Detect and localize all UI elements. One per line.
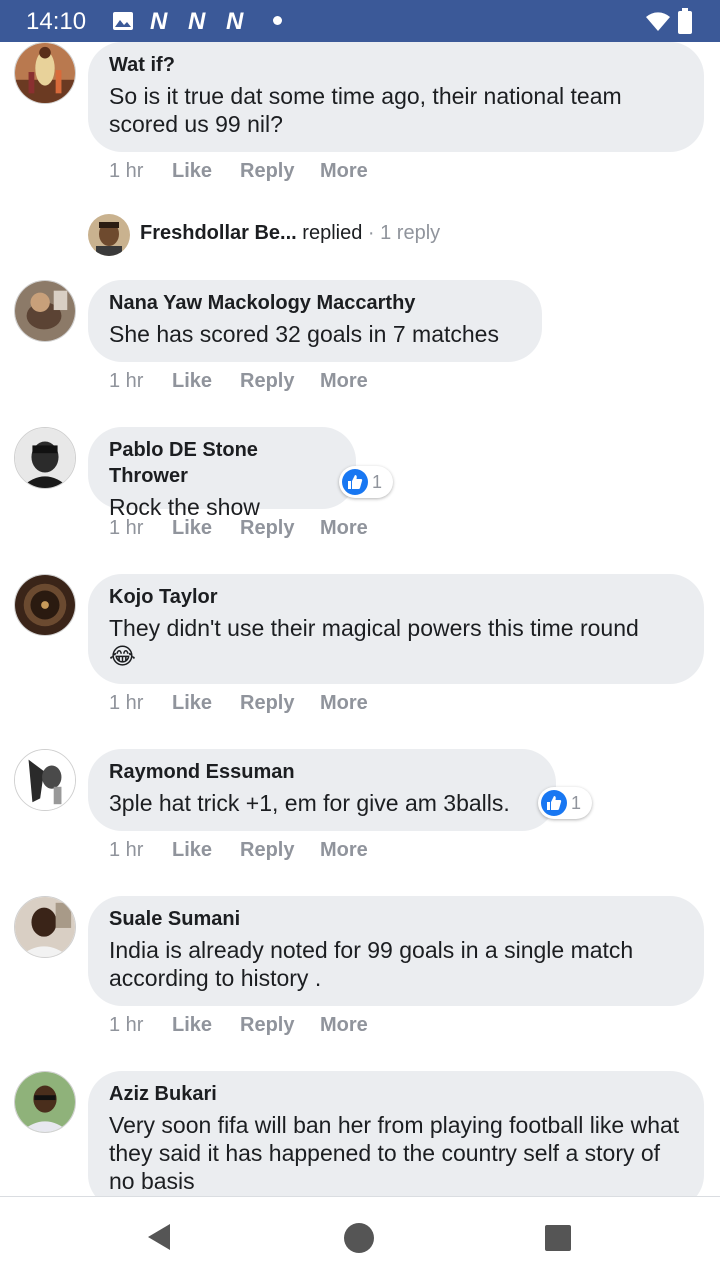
reaction-count: 1 bbox=[372, 471, 383, 492]
comment-text: Very soon fifa will ban her from playing… bbox=[109, 1112, 680, 1194]
comment-text: She has scored 32 goals in 7 matches bbox=[109, 321, 499, 347]
reply-button[interactable]: Reply bbox=[240, 158, 294, 184]
replied-label: replied bbox=[302, 222, 363, 244]
like-button[interactable]: Like bbox=[172, 515, 212, 541]
wifi-icon bbox=[646, 12, 670, 31]
comment-bubble[interactable]: Pablo DE Stone Thrower Rock the show bbox=[88, 427, 356, 520]
comment-text: They didn't use their magical powers thi… bbox=[109, 614, 684, 670]
reply-button[interactable]: Reply bbox=[240, 515, 294, 541]
battery-icon bbox=[678, 8, 692, 34]
status-time: 14:10 bbox=[26, 8, 87, 35]
comment-text: India is already noted for 99 goals in a… bbox=[109, 937, 634, 991]
like-button[interactable]: Like bbox=[172, 690, 212, 716]
comments-list: Wat if? So is it true dat some time ago,… bbox=[0, 42, 720, 1196]
comment-text-body: They didn't use their magical powers thi… bbox=[109, 615, 639, 641]
avatar[interactable] bbox=[14, 896, 76, 958]
comment-author[interactable]: Kojo Taylor bbox=[109, 584, 684, 610]
more-button[interactable]: More bbox=[320, 837, 368, 863]
reply-button[interactable]: Reply bbox=[240, 690, 294, 716]
avatar[interactable] bbox=[14, 749, 76, 811]
more-button[interactable]: More bbox=[320, 690, 368, 716]
comment-time: 1 hr bbox=[109, 839, 144, 861]
reaction-count: 1 bbox=[571, 792, 582, 813]
avatar bbox=[88, 214, 130, 256]
app-notification-icon: N bbox=[188, 8, 206, 35]
avatar[interactable] bbox=[14, 427, 76, 489]
comment-bubble[interactable]: Aziz Bukari Very soon fifa will ban her … bbox=[88, 1071, 704, 1196]
comment-time: 1 hr bbox=[109, 517, 144, 539]
comment-bubble[interactable]: Suale Sumani India is already noted for … bbox=[88, 896, 704, 1006]
avatar[interactable] bbox=[14, 280, 76, 342]
thumbs-up-icon bbox=[342, 469, 368, 495]
comment-bubble[interactable]: Nana Yaw Mackology Maccarthy She has sco… bbox=[88, 280, 542, 362]
comment-bubble[interactable]: Wat if? So is it true dat some time ago,… bbox=[88, 42, 704, 152]
more-button[interactable]: More bbox=[320, 368, 368, 394]
avatar[interactable] bbox=[14, 1071, 76, 1133]
avatar[interactable] bbox=[14, 42, 76, 104]
comment-text: 3ple hat trick +1, em for give am 3balls… bbox=[109, 790, 510, 816]
like-button[interactable]: Like bbox=[172, 837, 212, 863]
separator: · bbox=[367, 222, 375, 244]
reply-button[interactable]: Reply bbox=[240, 1012, 294, 1038]
comment-bubble[interactable]: Kojo Taylor They didn't use their magica… bbox=[88, 574, 704, 684]
reply-button[interactable]: Reply bbox=[240, 837, 294, 863]
comment-author[interactable]: Suale Sumani bbox=[109, 906, 684, 932]
like-button[interactable]: Like bbox=[172, 158, 212, 184]
home-icon[interactable] bbox=[343, 1222, 375, 1254]
status-bar: 14:10 N N N bbox=[0, 0, 720, 42]
avatar[interactable] bbox=[14, 574, 76, 636]
comment-author[interactable]: Nana Yaw Mackology Maccarthy bbox=[109, 290, 522, 316]
app-notification-icon: N bbox=[150, 8, 168, 35]
comment-text: So is it true dat some time ago, their n… bbox=[109, 83, 622, 137]
reply-count[interactable]: 1 reply bbox=[380, 222, 440, 244]
comment-time: 1 hr bbox=[109, 370, 144, 392]
app-notification-icon: N bbox=[226, 8, 244, 35]
gallery-icon bbox=[113, 12, 133, 30]
comment-bubble[interactable]: Raymond Essuman 3ple hat trick +1, em fo… bbox=[88, 749, 556, 831]
thumbs-up-icon bbox=[541, 790, 567, 816]
comment-author[interactable]: Wat if? bbox=[109, 52, 684, 78]
system-nav-bar bbox=[0, 1196, 720, 1281]
reaction-badge[interactable]: 1 bbox=[538, 787, 592, 819]
comment-author[interactable]: Aziz Bukari bbox=[109, 1081, 684, 1107]
like-button[interactable]: Like bbox=[172, 368, 212, 394]
more-notifications-icon bbox=[273, 16, 282, 25]
reply-author[interactable]: Freshdollar Be... bbox=[140, 222, 297, 244]
recents-icon[interactable] bbox=[545, 1225, 571, 1251]
reply-button[interactable]: Reply bbox=[240, 368, 294, 394]
reaction-badge[interactable]: 1 bbox=[339, 466, 393, 498]
more-button[interactable]: More bbox=[320, 158, 368, 184]
more-button[interactable]: More bbox=[320, 515, 368, 541]
laughing-emoji-icon: 😂 bbox=[109, 643, 136, 669]
like-button[interactable]: Like bbox=[172, 1012, 212, 1038]
back-icon[interactable] bbox=[146, 1222, 172, 1252]
comment-time: 1 hr bbox=[109, 1014, 144, 1036]
comment-author[interactable]: Pablo DE Stone Thrower bbox=[109, 437, 336, 489]
comment-author[interactable]: Raymond Essuman bbox=[109, 759, 536, 785]
more-button[interactable]: More bbox=[320, 1012, 368, 1038]
comment-time: 1 hr bbox=[109, 160, 144, 182]
comment-time: 1 hr bbox=[109, 692, 144, 714]
